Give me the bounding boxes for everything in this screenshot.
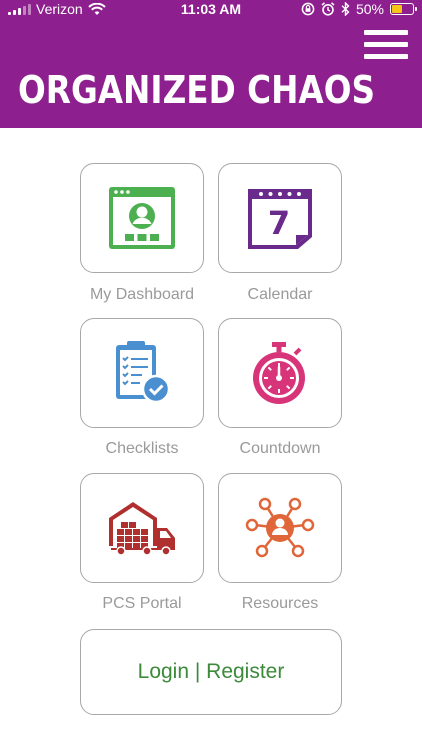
battery-percent: 50% [355, 1, 384, 17]
checklist-icon [116, 341, 171, 404]
network-people-icon [245, 497, 315, 558]
stopwatch-icon [253, 342, 305, 404]
countdown-tile[interactable] [218, 318, 342, 428]
dashboard-label: My Dashboard [89, 286, 195, 303]
login-register-button[interactable]: Login | Register [80, 629, 342, 715]
battery-fill [392, 5, 402, 13]
countdown-label: Countdown [239, 440, 321, 457]
pcs-portal-label: PCS Portal [102, 595, 182, 612]
resources-tile[interactable] [218, 473, 342, 583]
battery-icon [390, 3, 417, 15]
resources-label: Resources [241, 595, 319, 612]
app-title: ORGANIZED CHAOS [18, 68, 376, 112]
hamburger-menu-icon[interactable] [364, 30, 408, 60]
calendar-icon: 7 [248, 189, 312, 249]
calendar-day: 7 [268, 204, 290, 242]
status-bar: Verizon 11:03 AM 50% [0, 0, 422, 18]
alarm-icon [321, 2, 335, 16]
moving-truck-icon [109, 502, 175, 556]
app-header: Verizon 11:03 AM 50% ORGANIZED CHAOS [0, 0, 422, 128]
pcs-portal-tile[interactable] [80, 473, 204, 583]
checklists-label: Checklists [105, 440, 179, 457]
dashboard-icon [109, 187, 175, 249]
calendar-tile[interactable]: 7 [218, 163, 342, 273]
status-right: 50% [301, 1, 417, 17]
orientation-lock-icon [301, 2, 315, 16]
calendar-label: Calendar [247, 286, 313, 303]
bluetooth-icon [341, 2, 350, 16]
checklists-tile[interactable] [80, 318, 204, 428]
dashboard-tile[interactable] [80, 163, 204, 273]
